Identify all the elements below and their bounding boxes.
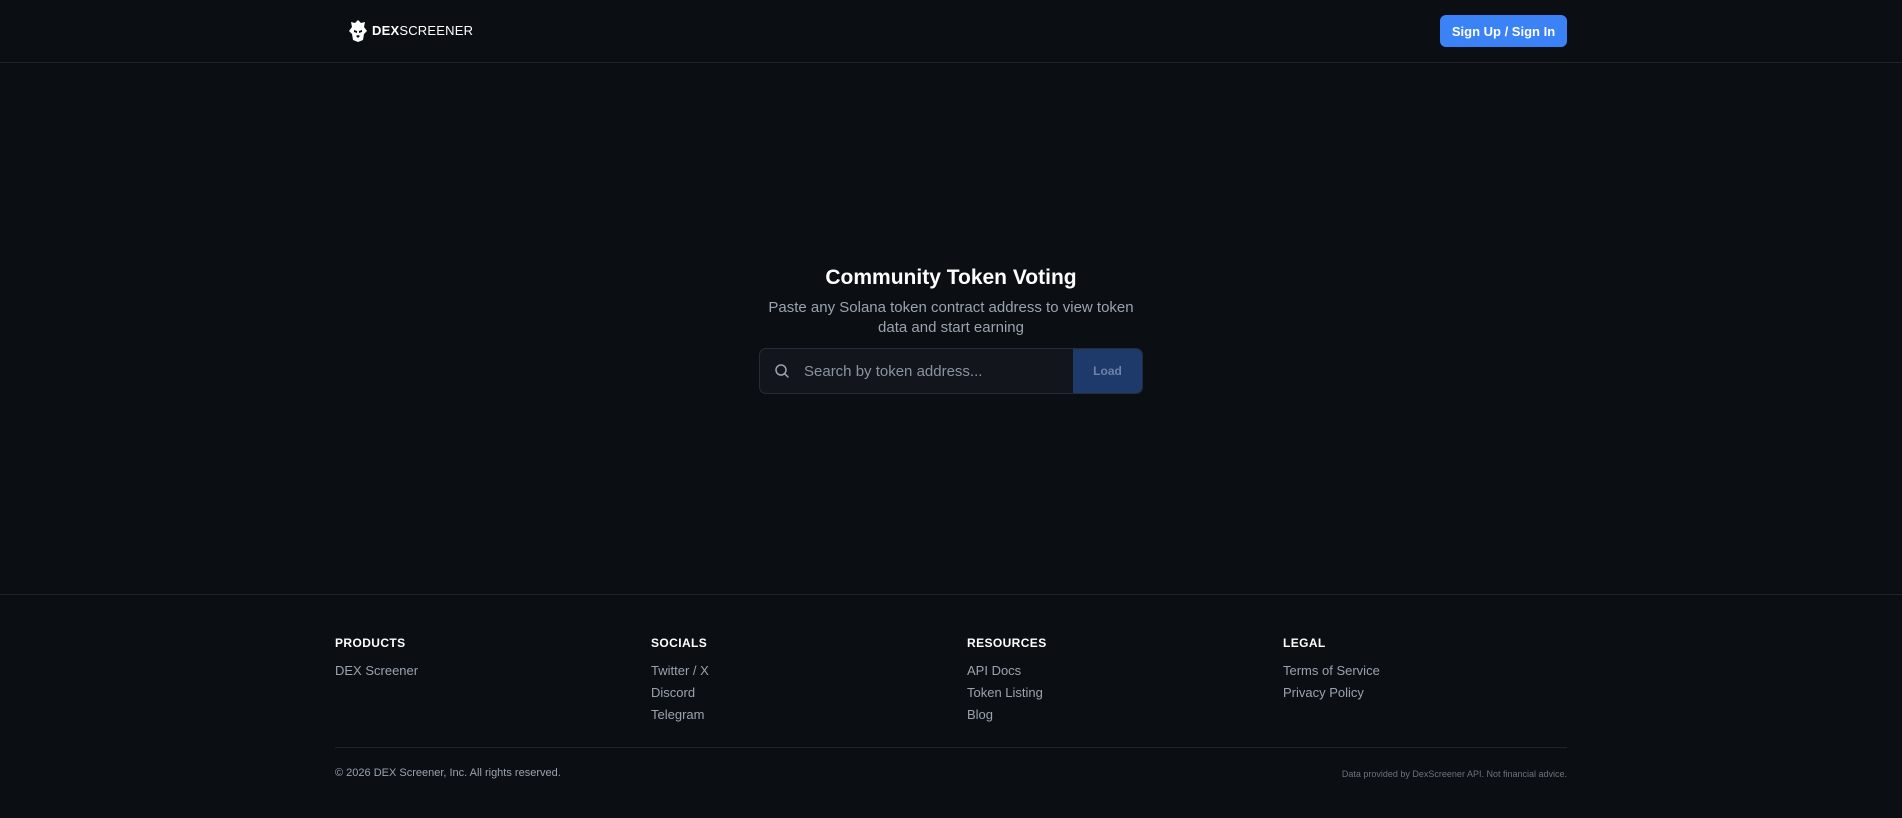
hero-section: Community Token Voting Paste any Solana … — [0, 262, 1902, 338]
load-button[interactable]: Load — [1073, 349, 1142, 393]
logo-text-bold: DEX — [372, 23, 400, 38]
footer-column-socials: SOCIALS Twitter / X Discord Telegram — [651, 635, 709, 726]
footer-link-telegram[interactable]: Telegram — [651, 704, 709, 726]
dexscreener-logo[interactable]: DEXSCREENER — [348, 19, 473, 43]
copyright-text: © 2026 DEX Screener, Inc. All rights res… — [335, 767, 561, 779]
footer-link-privacy-policy[interactable]: Privacy Policy — [1283, 682, 1380, 704]
footer-heading-legal: LEGAL — [1283, 636, 1326, 650]
logo-text: DEXSCREENER — [372, 19, 473, 43]
top-header: DEXSCREENER Sign Up / Sign In — [0, 0, 1902, 63]
footer-link-token-listing[interactable]: Token Listing — [967, 682, 1047, 704]
page-title: Community Token Voting — [825, 266, 1077, 289]
footer-column-products: PRODUCTS DEX Screener — [335, 635, 418, 682]
token-search-bar: Load — [759, 348, 1143, 394]
token-address-search-input[interactable] — [804, 349, 1073, 393]
footer-heading-products: PRODUCTS — [335, 636, 406, 650]
footer-heading-resources: RESOURCES — [967, 636, 1047, 650]
search-icon — [760, 349, 804, 393]
page-subtitle: Paste any Solana token contract address … — [768, 299, 1134, 336]
dexscreener-logo-icon — [349, 20, 367, 42]
footer-heading-socials: SOCIALS — [651, 636, 708, 650]
footer-column-legal: LEGAL Terms of Service Privacy Policy — [1283, 635, 1380, 704]
footer-link-terms-of-service[interactable]: Terms of Service — [1283, 660, 1380, 682]
footer-link-api-docs[interactable]: API Docs — [967, 660, 1047, 682]
disclaimer-text: Data provided by DexScreener API. Not fi… — [1341, 769, 1567, 779]
footer-link-twitter[interactable]: Twitter / X — [651, 660, 709, 682]
footer-divider — [335, 747, 1567, 748]
footer-link-blog[interactable]: Blog — [967, 704, 1047, 726]
sign-up-sign-in-button[interactable]: Sign Up / Sign In — [1440, 15, 1567, 47]
footer-column-resources: RESOURCES API Docs Token Listing Blog — [967, 635, 1047, 726]
logo-text-light: SCREENER — [399, 23, 474, 38]
site-footer: PRODUCTS DEX Screener SOCIALS Twitter / … — [0, 594, 1902, 818]
footer-link-dex-screener[interactable]: DEX Screener — [335, 660, 418, 682]
footer-link-discord[interactable]: Discord — [651, 682, 709, 704]
